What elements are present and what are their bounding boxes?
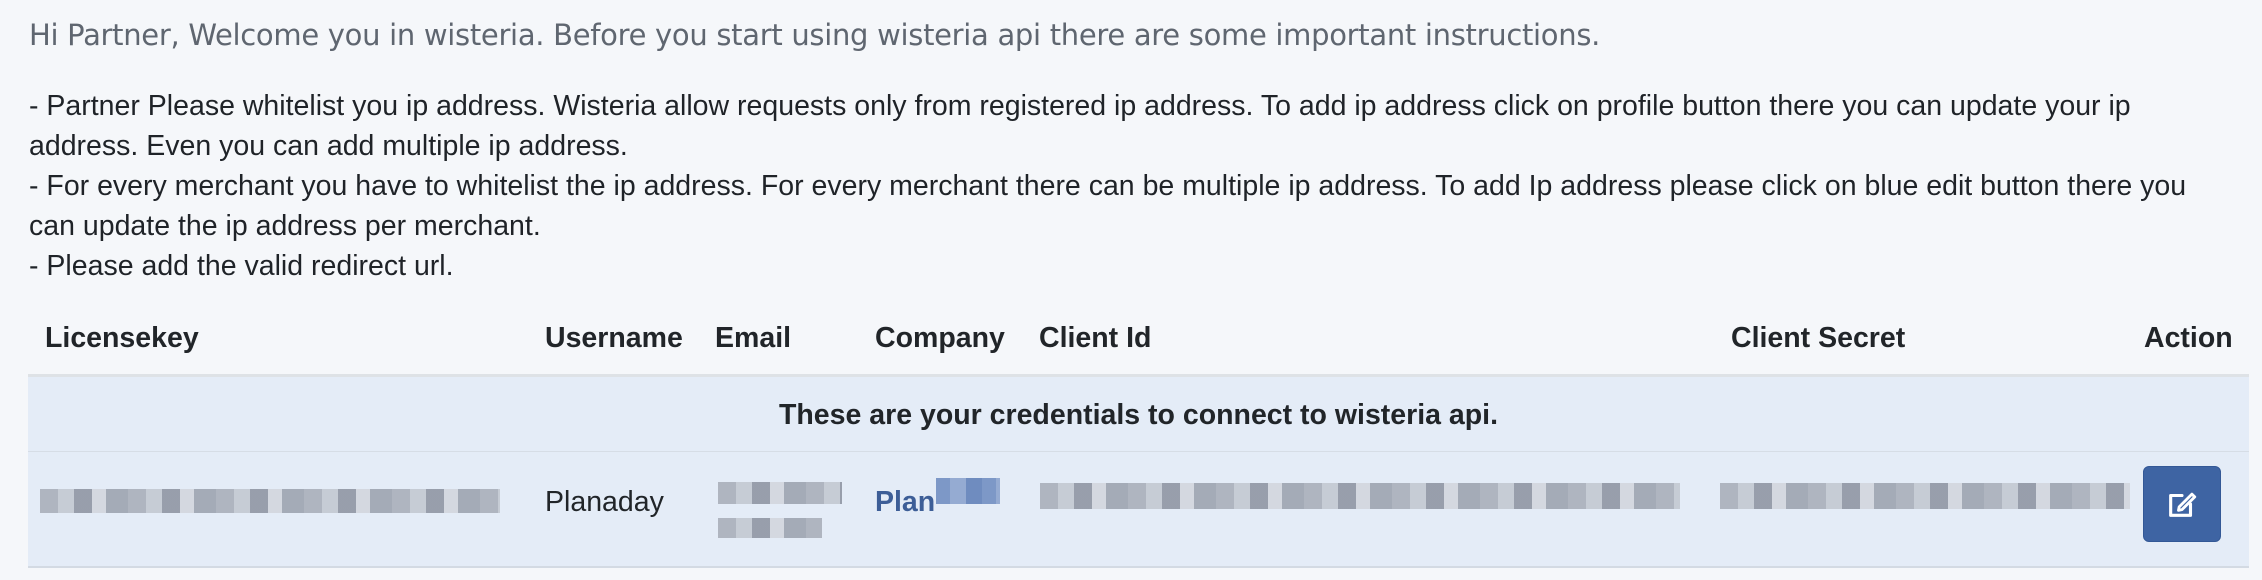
instruction-item: - For every merchant you have to whiteli… [29,170,2187,242]
credentials-table: Licensekey Username Email Company Client… [28,310,2249,568]
redacted-email-line-2 [718,518,822,538]
notice-row: These are your credentials to connect to… [28,377,2249,452]
edit-button[interactable] [2143,466,2221,542]
redacted-licensekey [40,489,500,513]
header-client-id: Client Id [1039,322,1152,354]
redacted-client-id [1040,483,1680,509]
header-username: Username [545,322,683,354]
instruction-item: - Partner Please whitelist you ip addres… [29,90,2131,162]
credentials-notice: These are your credentials to connect to… [778,399,1499,431]
company-link[interactable]: Plan [875,486,935,519]
header-action: Action [2144,322,2233,354]
header-client-secret: Client Secret [1731,322,1906,354]
edit-icon [2169,492,2197,517]
header-licensekey: Licensekey [45,322,199,354]
cell-username: Planaday [545,486,664,518]
header-company: Company [875,322,1005,354]
table-row: Planaday Plan [28,452,2249,568]
redacted-client-secret [1720,483,2130,509]
welcome-message: Hi Partner, Welcome you in wisteria. Bef… [29,18,1601,52]
redacted-email-line-1 [718,482,842,504]
redacted-company-suffix [936,478,1000,504]
instructions-list: - Partner Please whitelist you ip addres… [29,86,2239,286]
table-header: Licensekey Username Email Company Client… [28,310,2249,377]
instruction-item: - Please add the valid redirect url. [29,250,454,282]
header-email: Email [715,322,792,354]
